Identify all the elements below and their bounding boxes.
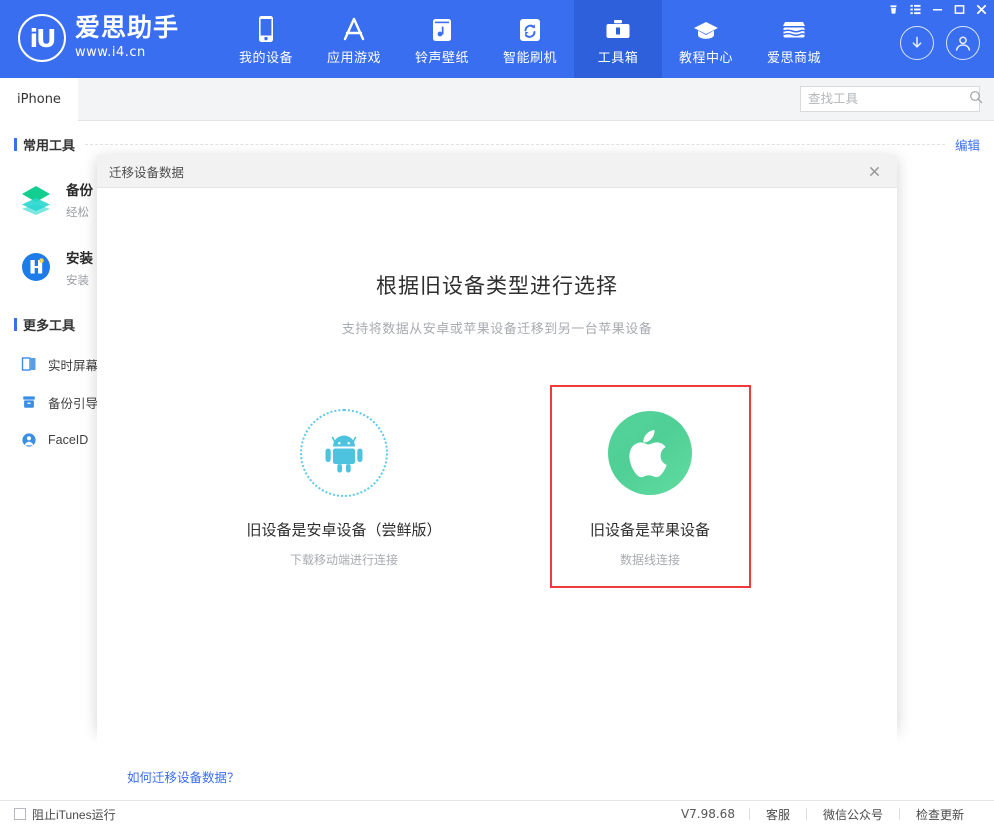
brand-url: www.i4.cn bbox=[75, 46, 179, 59]
tool-text: 安装 安装 bbox=[66, 247, 93, 288]
close-icon[interactable] bbox=[970, 0, 992, 18]
app-window: iU 爱思助手 www.i4.cn 我的设备 应用游戏 bbox=[0, 0, 994, 827]
graduation-cap-icon bbox=[692, 13, 720, 43]
nav-item-label: 爱思商城 bbox=[767, 47, 821, 66]
music-file-icon bbox=[430, 13, 454, 43]
footer-link-support[interactable]: 客服 bbox=[750, 806, 806, 823]
nav-item-ringtone-wallpaper[interactable]: 铃声壁纸 bbox=[398, 0, 486, 78]
toolbox-icon bbox=[604, 13, 632, 43]
modal-header: 迁移设备数据 bbox=[97, 155, 897, 188]
tool-desc: 经松 bbox=[66, 204, 93, 220]
nav-item-tutorial-center[interactable]: 教程中心 bbox=[662, 0, 750, 78]
android-robot-icon bbox=[300, 409, 388, 497]
checkbox-label: 阻止iTunes运行 bbox=[32, 806, 116, 823]
nav-item-label: 铃声壁纸 bbox=[415, 47, 469, 66]
nav-item-store[interactable]: 爱思商城 bbox=[750, 0, 838, 78]
migrate-device-data-modal: 迁移设备数据 根据旧设备类型进行选择 支持将数据从安卓或苹果设备迁移到另一台苹果… bbox=[97, 155, 897, 730]
section-divider bbox=[85, 144, 945, 145]
install-icon bbox=[16, 247, 56, 287]
faceid-icon bbox=[18, 432, 40, 448]
appstore-icon bbox=[340, 13, 368, 43]
tab-strip: iPhone bbox=[0, 78, 994, 121]
edit-link[interactable]: 编辑 bbox=[955, 135, 980, 154]
nav-item-apps-games[interactable]: 应用游戏 bbox=[310, 0, 398, 78]
tab-iphone[interactable]: iPhone bbox=[0, 78, 78, 121]
block-itunes-checkbox[interactable]: 阻止iTunes运行 bbox=[14, 806, 116, 823]
refresh-icon bbox=[518, 13, 542, 43]
tool-name: 备份 bbox=[66, 179, 93, 199]
nav-item-label: 应用游戏 bbox=[327, 47, 381, 66]
modal-title: 迁移设备数据 bbox=[109, 162, 184, 181]
choice-subtitle: 数据线连接 bbox=[620, 551, 680, 568]
modal-body: 根据旧设备类型进行选择 支持将数据从安卓或苹果设备迁移到另一台苹果设备 bbox=[97, 270, 897, 812]
trash-icon[interactable] bbox=[882, 0, 904, 18]
nav-item-smart-flash[interactable]: 智能刷机 bbox=[486, 0, 574, 78]
list-icon[interactable] bbox=[904, 0, 926, 18]
choice-title: 旧设备是苹果设备 bbox=[590, 519, 710, 540]
nav-items: 我的设备 应用游戏 铃声壁纸 智能刷机 bbox=[222, 0, 838, 78]
download-icon[interactable] bbox=[900, 26, 934, 60]
checkbox-box[interactable] bbox=[14, 808, 26, 820]
tool-text: 备份 经松 bbox=[66, 179, 93, 220]
choice-list: 旧设备是安卓设备（尝鲜版） 下载移动端进行连接 旧设备是苹果设备 数据线连接 bbox=[97, 385, 897, 588]
apple-icon-wrap bbox=[606, 409, 694, 497]
nav-item-my-device[interactable]: 我的设备 bbox=[222, 0, 310, 78]
section-header-common-tools: 常用工具 编辑 bbox=[0, 133, 994, 155]
search-icon bbox=[969, 90, 983, 109]
store-icon bbox=[780, 13, 808, 43]
section-title: 更多工具 bbox=[23, 315, 75, 334]
nav-right-icons bbox=[900, 26, 980, 60]
brand-name: 爱思助手 bbox=[75, 16, 179, 41]
nav-item-label: 我的设备 bbox=[239, 47, 293, 66]
search-input[interactable] bbox=[808, 92, 969, 106]
choice-title: 旧设备是安卓设备（尝鲜版） bbox=[246, 519, 441, 540]
more-item-label: 实时屏幕 bbox=[48, 355, 98, 374]
android-icon-wrap bbox=[300, 409, 388, 497]
nav-item-label: 教程中心 bbox=[679, 47, 733, 66]
more-item-label: FaceID bbox=[48, 433, 88, 447]
choice-android-device[interactable]: 旧设备是安卓设备（尝鲜版） 下载移动端进行连接 bbox=[244, 385, 445, 588]
footer-link-wechat[interactable]: 微信公众号 bbox=[807, 806, 899, 823]
tool-name: 安装 bbox=[66, 247, 93, 267]
section-accent-bar bbox=[14, 318, 17, 331]
choice-apple-device[interactable]: 旧设备是苹果设备 数据线连接 bbox=[550, 385, 751, 588]
logo-mark-icon: iU bbox=[18, 14, 66, 62]
window-controls bbox=[882, 0, 992, 18]
logo-text: 爱思助手 www.i4.cn bbox=[75, 16, 179, 61]
minimize-icon[interactable] bbox=[926, 0, 948, 18]
close-icon[interactable] bbox=[863, 160, 885, 182]
backup-icon bbox=[18, 394, 40, 410]
nav-item-toolbox[interactable]: 工具箱 bbox=[574, 0, 662, 78]
app-logo: iU 爱思助手 www.i4.cn bbox=[18, 14, 179, 62]
nav-item-label: 智能刷机 bbox=[503, 47, 557, 66]
user-avatar-icon[interactable] bbox=[946, 26, 980, 60]
navbar: iU 爱思助手 www.i4.cn 我的设备 应用游戏 bbox=[0, 0, 994, 78]
layers-icon bbox=[16, 179, 56, 219]
section-accent-bar bbox=[14, 138, 17, 151]
screen-icon bbox=[18, 356, 40, 372]
more-item-label: 备份引导 bbox=[48, 393, 98, 412]
tool-desc: 安装 bbox=[66, 272, 93, 288]
footer-link-check-update[interactable]: 检查更新 bbox=[900, 806, 980, 823]
phone-icon bbox=[256, 13, 276, 43]
version-label: V7.98.68 bbox=[681, 807, 735, 821]
search-tools-box[interactable] bbox=[800, 86, 980, 112]
modal-subheading: 支持将数据从安卓或苹果设备迁移到另一台苹果设备 bbox=[97, 318, 897, 337]
help-link[interactable]: 如何迁移设备数据？ bbox=[127, 767, 240, 786]
apple-logo-icon bbox=[608, 411, 692, 495]
maximize-icon[interactable] bbox=[948, 0, 970, 18]
modal-heading: 根据旧设备类型进行选择 bbox=[97, 270, 897, 300]
section-title: 常用工具 bbox=[23, 135, 75, 154]
nav-item-label: 工具箱 bbox=[598, 47, 639, 66]
choice-subtitle: 下载移动端进行连接 bbox=[290, 551, 398, 568]
footer-bar: 阻止iTunes运行 V7.98.68 客服 微信公众号 检查更新 bbox=[0, 800, 994, 827]
